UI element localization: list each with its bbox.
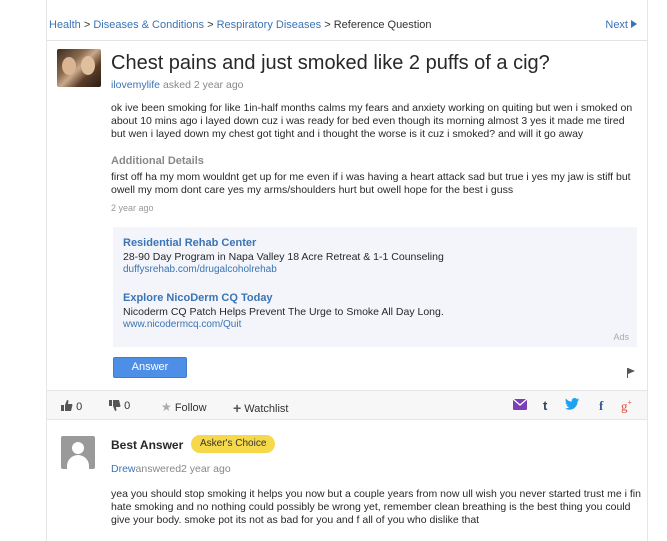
- ad-description: Nicoderm CQ Patch Helps Prevent The Urge…: [123, 306, 444, 318]
- question-body: ok ive been smoking for like 1in-half mo…: [111, 102, 633, 140]
- asker-name-link[interactable]: ilovemylife: [111, 79, 160, 91]
- thumbs-up-icon: [61, 400, 73, 411]
- breadcrumb-current: Reference Question: [333, 19, 432, 31]
- thumbs-up-button[interactable]: 0: [61, 400, 82, 413]
- additional-details-heading: Additional Details: [111, 155, 204, 167]
- additional-details-body: first off ha my mom wouldnt get up for m…: [111, 171, 631, 196]
- ad-title[interactable]: Explore NicoDerm CQ Today: [123, 292, 273, 304]
- mail-icon[interactable]: [512, 398, 528, 413]
- divider: [47, 40, 647, 41]
- tumblr-icon[interactable]: t: [543, 398, 547, 413]
- answered-time: answered2 year ago: [135, 463, 231, 475]
- breadcrumb-health[interactable]: Health: [49, 19, 81, 31]
- ad-description: 28-90 Day Program in Napa Valley 18 Acre…: [123, 251, 444, 263]
- thumbs-down-icon: [109, 400, 121, 411]
- next-label: Next: [605, 19, 628, 31]
- next-link[interactable]: Next: [605, 19, 637, 31]
- twitter-icon[interactable]: [565, 398, 579, 413]
- answerer-name-link[interactable]: Drew: [111, 463, 136, 475]
- watchlist-label: Watchlist: [244, 403, 289, 415]
- star-icon: ★: [161, 400, 172, 414]
- asker-line: ilovemylife asked 2 year ago: [111, 79, 244, 91]
- report-flag-icon[interactable]: [627, 368, 635, 378]
- asker-avatar[interactable]: [57, 49, 101, 87]
- question-actions-bar: 0 0 ★ Follow + Watchlist t f g+: [47, 390, 647, 420]
- thumbs-down-count: 0: [124, 400, 131, 412]
- breadcrumb-separator: >: [324, 19, 331, 31]
- ad-title[interactable]: Residential Rehab Center: [123, 237, 256, 249]
- breadcrumb: Health > Diseases & Conditions > Respira…: [49, 19, 432, 31]
- ad-url[interactable]: www.nicodermcq.com/Quit: [123, 319, 241, 330]
- thumbs-up-count: 0: [76, 401, 83, 413]
- breadcrumb-separator: >: [207, 19, 214, 31]
- question-title: Chest pains and just smoked like 2 puffs…: [111, 52, 550, 74]
- plus-icon: +: [233, 400, 242, 416]
- asked-time: asked 2 year ago: [162, 79, 244, 91]
- sponsored-ads: Residential Rehab Center 28-90 Day Progr…: [113, 227, 637, 347]
- breadcrumb-separator: >: [83, 19, 91, 31]
- answerer-avatar[interactable]: [61, 436, 95, 469]
- google-plus-icon[interactable]: g+: [621, 398, 632, 414]
- best-answer-body: yea you should stop smoking it helps you…: [111, 488, 641, 526]
- ads-label: Ads: [613, 332, 629, 342]
- next-arrow-icon: [631, 20, 637, 28]
- thumbs-down-button[interactable]: 0: [109, 400, 130, 412]
- answerer-line: Drewanswered2 year ago: [111, 463, 231, 475]
- breadcrumb-respiratory-diseases[interactable]: Respiratory Diseases: [217, 19, 322, 31]
- follow-label: Follow: [174, 402, 207, 414]
- question-page: Health > Diseases & Conditions > Respira…: [46, 0, 648, 541]
- watchlist-button[interactable]: + Watchlist: [233, 400, 288, 416]
- follow-button[interactable]: ★ Follow: [161, 400, 207, 414]
- additional-details-time: 2 year ago: [111, 203, 154, 213]
- ad-url[interactable]: duffysrehab.com/drugalcoholrehab: [123, 264, 277, 275]
- facebook-icon[interactable]: f: [599, 398, 603, 414]
- answer-button[interactable]: Answer: [113, 357, 187, 378]
- askers-choice-badge: Asker's Choice: [191, 435, 276, 453]
- best-answer-heading: Best Answer: [111, 438, 184, 452]
- breadcrumb-diseases-conditions[interactable]: Diseases & Conditions: [93, 19, 204, 31]
